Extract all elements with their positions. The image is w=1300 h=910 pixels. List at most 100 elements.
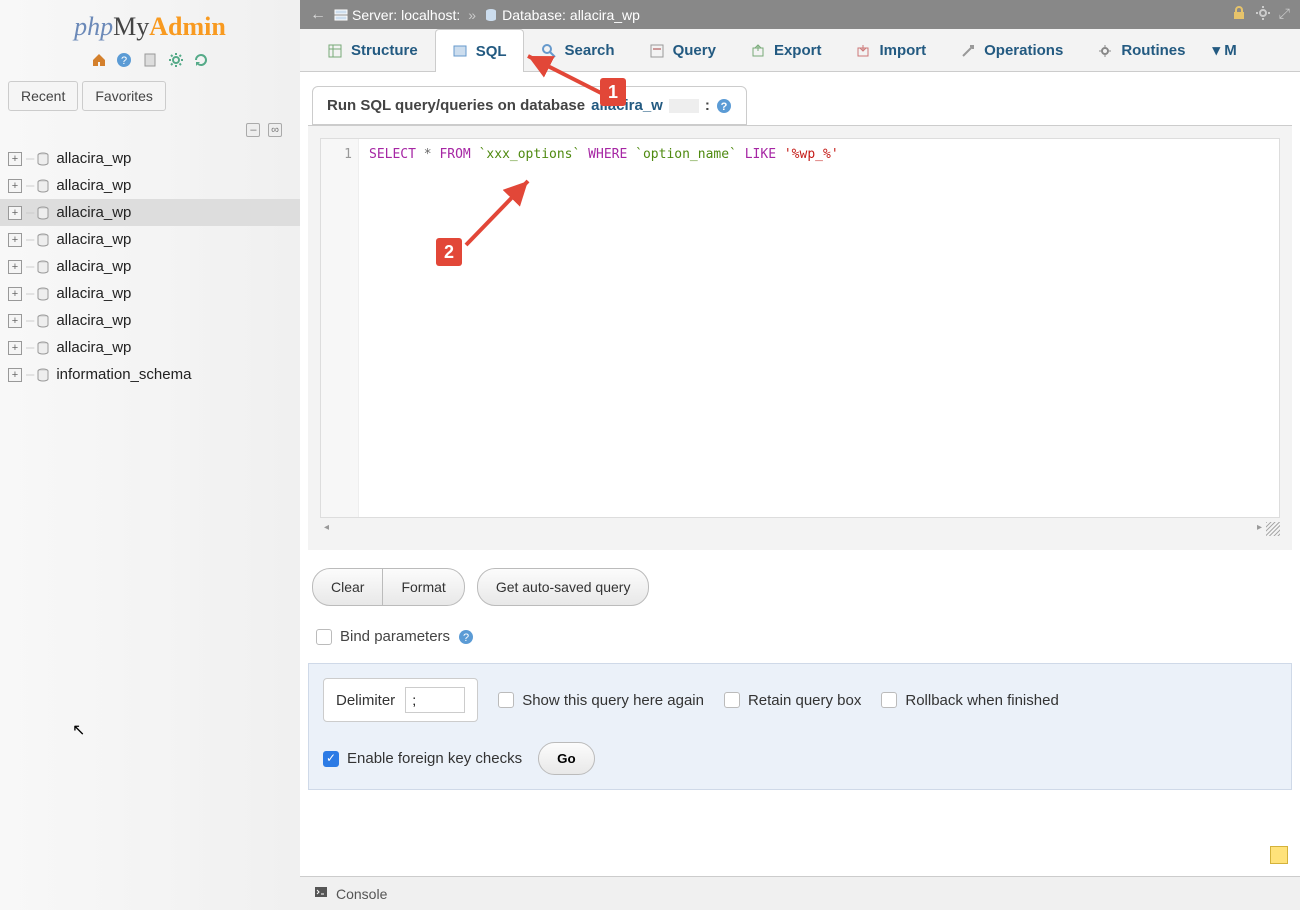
lock-icon[interactable] [1231,5,1247,24]
expand-icon[interactable]: + [8,179,22,193]
editor-gutter: 1 [321,139,359,517]
gear-icon[interactable] [168,52,184,68]
main: ← Server: localhost: » Database: allacir… [300,0,1300,910]
tab-operations[interactable]: Operations [943,29,1080,71]
tab-label: Query [673,42,716,59]
server-crumb[interactable]: Server: localhost: [334,7,460,23]
database-icon [36,314,50,328]
sticky-note-icon[interactable] [1270,846,1288,864]
favorites-tab[interactable]: Favorites [82,81,166,111]
tree-label: allacira_wp [56,339,131,356]
help-icon[interactable]: ? [116,52,132,68]
tree-item[interactable]: +–allacira_wp [0,307,300,334]
console-label: Console [336,886,387,902]
tree-item[interactable]: +–allacira_wp [0,145,300,172]
expand-icon[interactable]: + [8,206,22,220]
checkbox[interactable] [881,692,897,708]
go-button[interactable]: Go [538,742,595,775]
sql-editor[interactable]: 1 SELECT * FROM `xxx_options` WHERE `opt… [320,138,1280,518]
tab-label: Routines [1121,42,1185,59]
gear-icon[interactable] [1255,5,1271,24]
tree-label: allacira_wp [56,177,131,194]
tab-import[interactable]: Import [838,29,943,71]
help-icon[interactable]: ? [716,98,732,114]
bind-params-row: Bind parameters ? [316,628,1284,645]
tab-more[interactable]: ▾ M [1202,29,1246,71]
tab-label: Import [879,42,926,59]
database-icon [36,287,50,301]
help-icon[interactable]: ? [458,629,474,645]
tab-label: Operations [984,42,1063,59]
tab-label: Export [774,42,822,59]
tree-label: allacira_wp [56,231,131,248]
tree-item[interactable]: +–allacira_wp [0,253,300,280]
expand-icon[interactable]: + [8,341,22,355]
tab-query[interactable]: Query [632,29,733,71]
tab-search[interactable]: Search [524,29,632,71]
tab-export[interactable]: Export [733,29,839,71]
expand-icon[interactable]: + [8,152,22,166]
back-icon[interactable]: ← [310,6,326,24]
editor-wrap: 1 SELECT * FROM `xxx_options` WHERE `opt… [308,125,1292,550]
expand-icon[interactable]: + [8,368,22,382]
resize-grip-icon[interactable] [1266,522,1280,536]
tree-item[interactable]: +–allacira_wp [0,280,300,307]
database-icon [36,179,50,193]
database-icon [36,260,50,274]
show-again-option[interactable]: Show this query here again [498,692,704,709]
sql-header-suffix: : [705,97,710,114]
expand-icon[interactable]: ⤢ [1279,5,1290,24]
btn-group: Clear Format [312,568,465,606]
console-icon [314,885,328,902]
format-button[interactable]: Format [383,568,464,606]
svg-text:?: ? [121,55,127,67]
retain-option[interactable]: Retain query box [724,692,861,709]
recent-tab[interactable]: Recent [8,81,78,111]
sql-header: Run SQL query/queries on database allaci… [312,86,747,125]
logo[interactable]: phpMyAdmin [0,0,300,48]
database-icon [36,152,50,166]
tab-structure[interactable]: Structure [310,29,435,71]
server-icon [334,8,348,22]
tree-item[interactable]: +–allacira_wp [0,172,300,199]
editor-code[interactable]: SELECT * FROM `xxx_options` WHERE `optio… [359,139,1279,517]
expand-icon[interactable]: + [8,314,22,328]
home-icon[interactable] [91,52,107,68]
editor-hscroll[interactable] [320,520,1280,536]
delimiter-input[interactable] [405,687,465,713]
enable-fk-option[interactable]: Enable foreign key checks [323,750,522,767]
database-icon [484,8,498,22]
tab-label: Structure [351,42,418,59]
structure-icon [327,43,343,59]
tree-item[interactable]: +–allacira_wp [0,226,300,253]
collapse-icon[interactable]: – [246,123,260,137]
link-icon[interactable]: ∞ [268,123,282,137]
rollback-option[interactable]: Rollback when finished [881,692,1058,709]
expand-icon[interactable]: + [8,287,22,301]
breadcrumb: ← Server: localhost: » Database: allacir… [300,0,1300,29]
tree-item[interactable]: +–allacira_wp [0,334,300,361]
database-icon [36,341,50,355]
tree-label: allacira_wp [56,204,131,221]
tree-item[interactable]: +–information_schema [0,361,300,388]
tabs: Structure SQL Search Query Export Import… [300,29,1300,72]
checkbox[interactable] [498,692,514,708]
tree-tools: – ∞ [0,117,300,141]
reload-icon[interactable] [193,52,209,68]
tab-routines[interactable]: Routines [1080,29,1202,71]
doc-icon[interactable] [142,52,158,68]
db-crumb[interactable]: Database: allacira_wp [484,7,640,23]
expand-icon[interactable]: + [8,233,22,247]
checkbox[interactable] [724,692,740,708]
logo-my: My [113,12,149,41]
bind-params-checkbox[interactable] [316,629,332,645]
expand-icon[interactable]: + [8,260,22,274]
console-bar[interactable]: Console [300,876,1300,910]
tree-label: allacira_wp [56,312,131,329]
checkbox[interactable] [323,751,339,767]
autosaved-button[interactable]: Get auto-saved query [477,568,650,606]
tab-sql[interactable]: SQL [435,29,524,72]
clear-button[interactable]: Clear [312,568,383,606]
server-label: Server: [352,7,397,23]
tree-item[interactable]: +–allacira_wp [0,199,300,226]
